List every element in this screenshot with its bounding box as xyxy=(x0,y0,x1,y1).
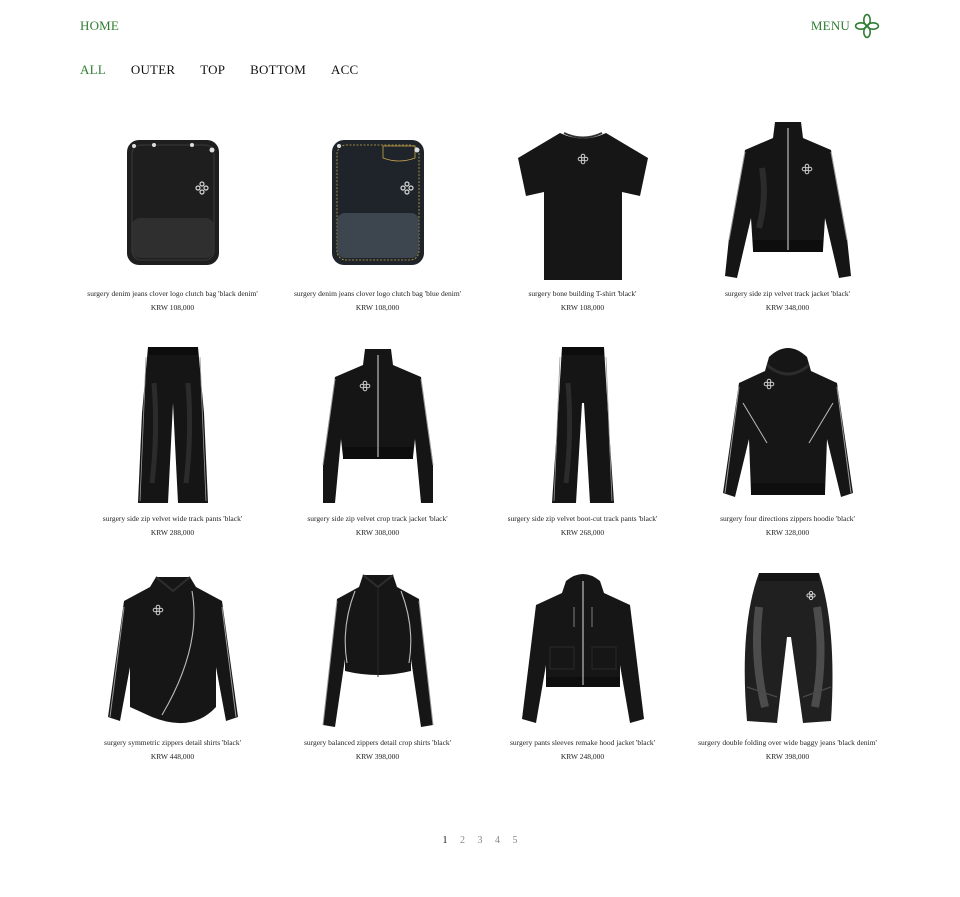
product-image[interactable] xyxy=(92,118,254,284)
product-name[interactable]: surgery denim jeans clover logo clutch b… xyxy=(275,289,480,298)
product-card[interactable]: surgery balanced zippers detail crop shi… xyxy=(275,561,480,785)
product-image[interactable] xyxy=(502,567,664,733)
product-name[interactable]: surgery bone building T-shirt 'black' xyxy=(480,289,685,298)
shirt-icon xyxy=(108,576,238,724)
product-price: KRW 398,000 xyxy=(355,752,400,761)
clover-menu-icon xyxy=(854,13,880,39)
product-name[interactable]: surgery symmetric zippers detail shirts … xyxy=(70,738,275,747)
product-name[interactable]: surgery side zip velvet boot-cut track p… xyxy=(480,514,685,523)
category-tab-outer[interactable]: OUTER xyxy=(131,62,175,78)
track-jacket-icon xyxy=(725,122,851,278)
page-link-2[interactable]: 2 xyxy=(454,835,472,846)
t-shirt-icon xyxy=(518,132,648,280)
menu-button[interactable]: MENU xyxy=(811,12,880,40)
crop-jacket-icon xyxy=(322,348,434,503)
product-price: KRW 248,000 xyxy=(560,752,605,761)
category-tab-acc[interactable]: ACC xyxy=(331,62,358,78)
product-name[interactable]: surgery side zip velvet track jacket 'bl… xyxy=(685,289,890,298)
product-name[interactable]: surgery side zip velvet crop track jacke… xyxy=(275,514,480,523)
product-card[interactable]: surgery side zip velvet wide track pants… xyxy=(70,337,275,561)
product-price: KRW 398,000 xyxy=(765,752,810,761)
site-header: HOME MENU xyxy=(80,0,880,52)
product-image[interactable] xyxy=(707,567,869,733)
page-link-5[interactable]: 5 xyxy=(506,835,524,846)
product-price: KRW 448,000 xyxy=(150,752,195,761)
product-card[interactable]: surgery denim jeans clover logo clutch b… xyxy=(275,112,480,336)
product-image[interactable] xyxy=(92,343,254,509)
wide-pants-icon xyxy=(138,346,208,503)
product-image[interactable] xyxy=(502,343,664,509)
product-name[interactable]: surgery pants sleeves remake hood jacket… xyxy=(480,738,685,747)
page-link-4[interactable]: 4 xyxy=(489,835,507,846)
home-link[interactable]: HOME xyxy=(80,18,119,34)
category-nav: ALL OUTER TOP BOTTOM ACC xyxy=(80,62,383,78)
product-price: KRW 288,000 xyxy=(150,527,195,537)
hood-jacket-icon xyxy=(522,574,644,723)
product-price: KRW 308,000 xyxy=(355,527,400,537)
product-card[interactable]: surgery four directions zippers hoodie '… xyxy=(685,337,890,561)
product-card[interactable]: surgery pants sleeves remake hood jacket… xyxy=(480,561,685,785)
product-name[interactable]: surgery side zip velvet wide track pants… xyxy=(70,514,275,523)
product-card[interactable]: surgery side zip velvet track jacket 'bl… xyxy=(685,112,890,336)
product-image[interactable] xyxy=(297,343,459,509)
product-grid: surgery denim jeans clover logo clutch b… xyxy=(70,112,891,786)
product-image[interactable] xyxy=(297,118,459,284)
product-card[interactable]: surgery symmetric zippers detail shirts … xyxy=(70,561,275,785)
baggy-jeans-icon xyxy=(744,573,833,723)
category-tab-top[interactable]: TOP xyxy=(200,62,225,78)
product-image[interactable] xyxy=(502,118,664,284)
pagination: 1 2 3 4 5 xyxy=(0,835,960,846)
product-price: KRW 268,000 xyxy=(560,527,605,537)
product-price: KRW 108,000 xyxy=(355,303,400,312)
category-tab-bottom[interactable]: BOTTOM xyxy=(250,62,306,78)
product-image[interactable] xyxy=(297,567,459,733)
product-image[interactable] xyxy=(707,343,869,509)
product-price: KRW 108,000 xyxy=(150,303,195,312)
product-name[interactable]: surgery double folding over wide baggy j… xyxy=(685,738,890,747)
product-price: KRW 348,000 xyxy=(765,303,810,312)
clutch-bag-icon xyxy=(332,140,424,265)
page-link-1[interactable]: 1 xyxy=(436,835,454,846)
product-image[interactable] xyxy=(707,118,869,284)
product-card[interactable]: surgery denim jeans clover logo clutch b… xyxy=(70,112,275,336)
product-card[interactable]: surgery bone building T-shirt 'black' KR… xyxy=(480,112,685,336)
crop-shirt-icon xyxy=(322,574,434,727)
product-card[interactable]: surgery side zip velvet crop track jacke… xyxy=(275,337,480,561)
product-card[interactable]: surgery side zip velvet boot-cut track p… xyxy=(480,337,685,561)
hoodie-icon xyxy=(723,347,853,497)
category-tab-all[interactable]: ALL xyxy=(80,62,106,78)
product-price: KRW 328,000 xyxy=(765,527,810,537)
product-price: KRW 108,000 xyxy=(560,303,605,312)
menu-label: MENU xyxy=(810,18,850,33)
bootcut-pants-icon xyxy=(552,346,614,503)
product-name[interactable]: surgery balanced zippers detail crop shi… xyxy=(275,738,480,747)
page-link-3[interactable]: 3 xyxy=(471,835,489,846)
product-image[interactable] xyxy=(92,567,254,733)
clutch-bag-icon xyxy=(127,140,219,265)
product-name[interactable]: surgery four directions zippers hoodie '… xyxy=(685,514,890,523)
product-name[interactable]: surgery denim jeans clover logo clutch b… xyxy=(70,289,275,298)
product-card[interactable]: surgery double folding over wide baggy j… xyxy=(685,561,890,785)
